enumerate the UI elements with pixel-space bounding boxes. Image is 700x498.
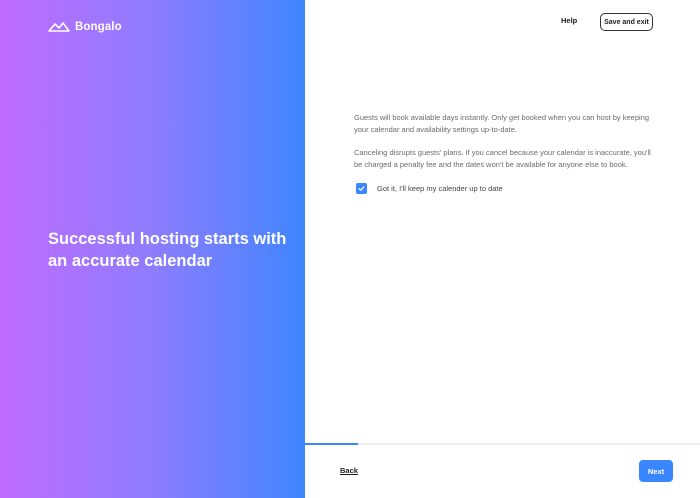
next-button[interactable]: Next [639,460,673,482]
calendar-info: Guests will book available days instantl… [354,112,654,194]
roof-logo-icon [48,22,70,32]
calendar-confirm-row[interactable]: Got it, I'll keep my calender up to date [356,183,654,194]
save-and-exit-button[interactable]: Save and exit [600,13,653,31]
brand-name: Bongalo [75,21,122,33]
info-paragraph-booking: Guests will book available days instantl… [354,113,650,134]
help-link[interactable]: Help [561,16,577,25]
progress-track [305,443,700,445]
info-paragraph-cancel: Canceling disrupts guests' plans. If you… [354,148,651,169]
calendar-confirm-checkbox[interactable] [356,183,367,194]
right-content-panel: Help Save and exit Guests will book avai… [305,0,700,498]
hero-headline: Successful hosting starts with an accura… [48,230,287,270]
back-link[interactable]: Back [340,466,358,475]
left-hero-panel: Bongalo Successful hosting starts with a… [0,0,305,498]
calendar-confirm-label: Got it, I'll keep my calender up to date [377,184,503,193]
checkmark-icon [358,186,365,191]
footer-bar: Back Next [305,443,700,498]
progress-fill [305,443,359,445]
brand-logo[interactable]: Bongalo [48,20,122,34]
